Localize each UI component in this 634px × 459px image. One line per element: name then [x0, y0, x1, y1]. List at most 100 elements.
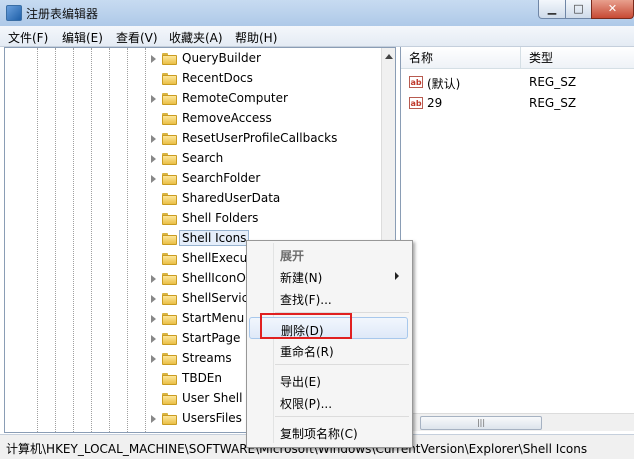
tree-node-label: QueryBuilder	[182, 51, 261, 65]
tree-node-label: Shell Icons	[178, 230, 250, 246]
expand-arrow-icon[interactable]	[151, 275, 156, 283]
menu-item-new[interactable]: 新建(N)	[249, 265, 408, 287]
window-title: 注册表编辑器	[26, 7, 99, 21]
menu-separator	[275, 416, 409, 417]
tree-node[interactable]: RemoteComputer	[5, 89, 381, 109]
value-type: REG_SZ	[529, 96, 577, 110]
menu-item-label: 导出(E)	[280, 375, 321, 389]
annotation-highlight-box	[260, 313, 352, 339]
title-bar[interactable]: 注册表编辑器 ▁ □ ✕	[0, 0, 634, 26]
submenu-arrow-icon	[395, 272, 399, 280]
tree-node-label: ShellExecut	[182, 251, 252, 265]
tree-node-label: ResetUserProfileCallbacks	[182, 131, 338, 145]
expand-arrow-icon[interactable]	[151, 315, 156, 323]
tree-node-label: TBDEn	[182, 371, 222, 385]
tree-node[interactable]: Search	[5, 149, 381, 169]
menu-item-label: 重命名(R)	[280, 345, 334, 359]
folder-icon	[162, 293, 177, 305]
tree-node-label: SearchFolder	[182, 171, 261, 185]
tree-node-label: ShellService	[182, 291, 256, 305]
tree-node[interactable]: RecentDocs	[5, 69, 381, 89]
string-value-icon: ab	[409, 76, 423, 88]
folder-icon	[162, 353, 177, 365]
folder-icon	[162, 393, 177, 405]
folder-icon	[162, 373, 177, 385]
tree-node-label: RecentDocs	[182, 71, 253, 85]
value-type: REG_SZ	[529, 75, 577, 89]
maximize-button[interactable]: □	[565, 0, 592, 19]
menu-view[interactable]: 查看(V)	[116, 29, 158, 46]
tree-node-label: User Shell	[182, 391, 243, 405]
menu-item-permissions[interactable]: 权限(P)...	[249, 391, 408, 413]
expand-arrow-icon[interactable]	[151, 415, 156, 423]
menu-item-copy-key-name[interactable]: 复制项名称(C)	[249, 421, 408, 443]
folder-icon	[162, 313, 177, 325]
tree-node[interactable]: Shell Folders	[5, 209, 381, 229]
folder-icon	[162, 413, 177, 425]
expand-arrow-icon[interactable]	[151, 135, 156, 143]
string-value-icon: ab	[409, 97, 423, 109]
menu-item-label: 新建(N)	[280, 271, 323, 285]
value-name: (默认)	[427, 77, 461, 91]
tree-node-label: StartMenu	[182, 311, 245, 325]
tree-node-label: Search	[182, 151, 224, 165]
scroll-thumb[interactable]: |||	[420, 416, 542, 430]
tree-node-label: RemoteComputer	[182, 91, 288, 105]
tree-node[interactable]: RemoveAccess	[5, 109, 381, 129]
expand-arrow-icon[interactable]	[151, 295, 156, 303]
tree-node[interactable]: QueryBuilder	[5, 49, 381, 69]
menu-bar: 文件(F) 编辑(E) 查看(V) 收藏夹(A) 帮助(H)	[0, 26, 634, 47]
menu-item-export[interactable]: 导出(E)	[249, 369, 408, 391]
tree-node-label: UsersFiles	[182, 411, 242, 425]
tree-node[interactable]: SharedUserData	[5, 189, 381, 209]
expand-arrow-icon[interactable]	[151, 55, 156, 63]
menu-item-label: 查找(F)...	[280, 293, 332, 307]
menu-item-label: 复制项名称(C)	[280, 427, 358, 441]
folder-icon	[162, 173, 177, 185]
column-header-name[interactable]: 名称	[401, 47, 521, 69]
folder-icon	[162, 153, 177, 165]
tree-node-label: Streams	[182, 351, 232, 365]
scroll-up-icon[interactable]	[385, 54, 393, 59]
expand-arrow-icon[interactable]	[151, 175, 156, 183]
menu-separator	[275, 364, 409, 365]
menu-item-find[interactable]: 查找(F)...	[249, 287, 408, 309]
folder-icon	[162, 93, 177, 105]
folder-icon	[162, 53, 177, 65]
folder-icon	[162, 213, 177, 225]
column-header-type[interactable]: 类型	[521, 47, 634, 69]
close-button[interactable]: ✕	[591, 0, 634, 19]
folder-icon	[162, 233, 177, 245]
menu-favorites[interactable]: 收藏夹(A)	[169, 29, 223, 46]
tree-node-label: SharedUserData	[182, 191, 281, 205]
tree-node-label: Shell Folders	[182, 211, 259, 225]
value-name: 29	[427, 96, 443, 110]
regedit-app-icon	[6, 5, 22, 21]
tree-node-label: StartPage	[182, 331, 241, 345]
expand-arrow-icon[interactable]	[151, 155, 156, 163]
tree-node[interactable]: SearchFolder	[5, 169, 381, 189]
folder-icon	[162, 253, 177, 265]
tree-node-label: RemoveAccess	[182, 111, 272, 125]
menu-file[interactable]: 文件(F)	[8, 29, 48, 46]
menu-help[interactable]: 帮助(H)	[235, 29, 277, 46]
value-row[interactable]: ab 29 REG_SZ	[401, 93, 634, 113]
value-row[interactable]: ab (默认) REG_SZ	[401, 72, 634, 92]
folder-icon	[162, 113, 177, 125]
tree-node-label: ShellIconOv	[182, 271, 253, 285]
context-menu: 展开 新建(N) 查找(F)... 删除(D) 重命名(R) 导出(E) 权限(…	[246, 240, 413, 448]
folder-icon	[162, 273, 177, 285]
minimize-button[interactable]: ▁	[538, 0, 566, 19]
values-horizontal-scrollbar[interactable]: |||	[400, 413, 634, 431]
folder-icon	[162, 193, 177, 205]
menu-edit[interactable]: 编辑(E)	[62, 29, 103, 46]
menu-item-expand: 展开	[249, 243, 408, 265]
tree-node[interactable]: ResetUserProfileCallbacks	[5, 129, 381, 149]
menu-item-label: 展开	[280, 249, 305, 263]
folder-icon	[162, 133, 177, 145]
expand-arrow-icon[interactable]	[151, 335, 156, 343]
expand-arrow-icon[interactable]	[151, 355, 156, 363]
expand-arrow-icon[interactable]	[151, 95, 156, 103]
values-list[interactable]: 名称 类型 ab (默认) REG_SZ ab 29 REG_SZ	[400, 47, 634, 431]
menu-item-rename[interactable]: 重命名(R)	[249, 339, 408, 361]
